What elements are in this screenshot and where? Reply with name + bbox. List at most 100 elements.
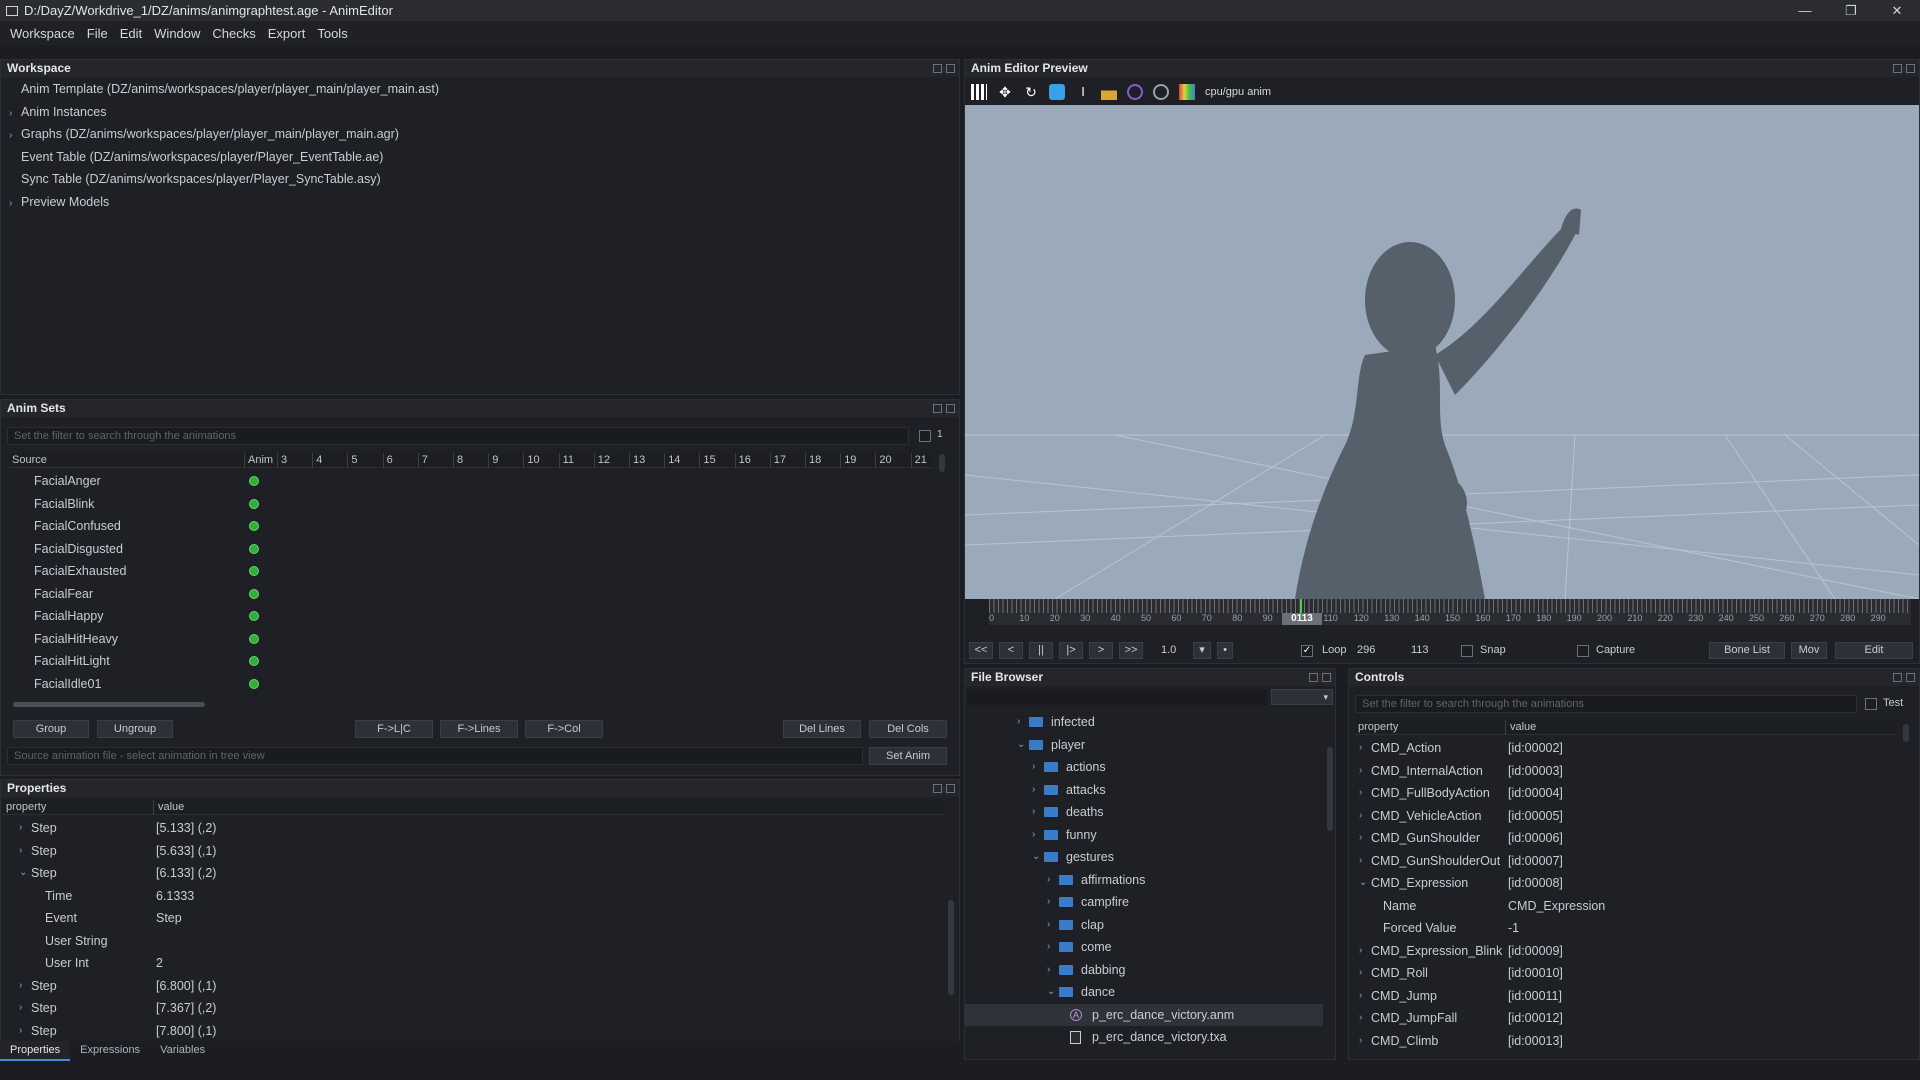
animset-row[interactable]: FacialAnger (9, 470, 933, 493)
chevron-icon[interactable]: › (1359, 760, 1371, 783)
control-row[interactable]: › CMD_GunShoulderOut [id:00007] (1355, 850, 1897, 873)
control-row[interactable]: › CMD_JumpFall [id:00012] (1355, 1007, 1897, 1030)
chevron-icon[interactable]: › (1359, 850, 1371, 873)
del-cols-button[interactable]: Del Cols (869, 720, 947, 738)
animset-row[interactable]: FacialHappy (9, 605, 933, 628)
file-item[interactable]: › campfire (965, 891, 1323, 914)
file-item[interactable]: p_erc_dance_victory.txa (965, 1026, 1323, 1049)
property-row[interactable]: User String (3, 930, 945, 953)
close-icon[interactable] (946, 404, 955, 413)
f-lines-button[interactable]: F->Lines (440, 720, 518, 738)
close-icon[interactable]: ✕ (1874, 0, 1920, 21)
capture-checkbox[interactable] (1577, 645, 1589, 657)
file-item[interactable]: › infected (965, 711, 1323, 734)
chevron-icon[interactable]: › (1359, 827, 1371, 850)
float-icon[interactable] (1893, 673, 1902, 682)
anim-assigned-icon[interactable] (249, 656, 259, 666)
animsets-hscroll[interactable] (13, 702, 205, 707)
test-checkbox[interactable] (1865, 698, 1877, 710)
chevron-icon[interactable]: › (1359, 962, 1371, 985)
chevron-icon[interactable]: › (1359, 782, 1371, 805)
restore-icon[interactable]: ❐ (1828, 0, 1874, 21)
menu-workspace[interactable]: Workspace (4, 26, 81, 41)
tab-properties[interactable]: Properties (0, 1041, 71, 1061)
control-row[interactable]: › CMD_Expression_Blink [id:00009] (1355, 940, 1897, 963)
chevron-icon[interactable]: ⌄ (1047, 981, 1059, 1004)
control-row[interactable]: › CMD_VehicleAction [id:00005] (1355, 805, 1897, 828)
source-file-input[interactable]: Source animation file - select animation… (7, 747, 863, 765)
chevron-icon[interactable]: › (1032, 756, 1044, 779)
properties-vscroll[interactable] (948, 900, 954, 995)
close-icon[interactable] (1906, 673, 1915, 682)
chevron-icon[interactable]: › (1047, 914, 1059, 937)
cube-icon[interactable] (1049, 84, 1065, 100)
anim-assigned-icon[interactable] (249, 476, 259, 486)
animset-row[interactable]: FacialConfused (9, 515, 933, 538)
menu-checks[interactable]: Checks (206, 26, 261, 41)
chevron-icon[interactable]: ⌄ (19, 862, 31, 885)
control-row[interactable]: › CMD_Roll [id:00010] (1355, 962, 1897, 985)
file-item[interactable]: › affirmations (965, 869, 1323, 892)
del-lines-button[interactable]: Del Lines (783, 720, 861, 738)
file-item[interactable]: ⌄ dance (965, 981, 1323, 1004)
file-item[interactable]: › come (965, 936, 1323, 959)
filebrowser-vscroll[interactable] (1327, 747, 1333, 831)
step-forward-button[interactable]: |> (1059, 642, 1083, 659)
camera-icon[interactable] (1127, 84, 1143, 100)
chevron-icon[interactable]: › (1359, 985, 1371, 1008)
chevron-icon[interactable]: › (1359, 1030, 1371, 1053)
control-row[interactable]: › CMD_InternalAction [id:00003] (1355, 760, 1897, 783)
workspace-item[interactable]: Sync Table (DZ/anims/workspaces/player/P… (9, 168, 959, 191)
animsets-vscroll[interactable] (939, 454, 945, 472)
bone-icon[interactable]: I (1075, 84, 1091, 100)
menu-export[interactable]: Export (262, 26, 312, 41)
workspace-item[interactable]: › Anim Instances (9, 101, 959, 124)
move-icon[interactable]: ✥ (997, 84, 1013, 100)
control-row[interactable]: › CMD_Jump [id:00011] (1355, 985, 1897, 1008)
group-button[interactable]: Group (13, 720, 89, 738)
workspace-item[interactable]: Event Table (DZ/anims/workspaces/player/… (9, 146, 959, 169)
chevron-icon[interactable]: ⌄ (1359, 872, 1371, 895)
chevron-icon[interactable]: › (19, 840, 31, 863)
anim-assigned-icon[interactable] (249, 543, 259, 554)
control-row[interactable]: Name CMD_Expression (1355, 895, 1897, 918)
chevron-icon[interactable]: › (1047, 959, 1059, 982)
skin-icon[interactable] (1153, 84, 1169, 100)
controls-vscroll[interactable] (1903, 724, 1909, 742)
menu-tools[interactable]: Tools (311, 26, 353, 41)
chevron-icon[interactable]: › (1359, 1007, 1371, 1030)
property-row[interactable]: › Step [5.133] (,2) (3, 817, 945, 840)
property-row[interactable]: User Int 2 (3, 952, 945, 975)
bone-list-button[interactable]: Bone List (1709, 642, 1785, 659)
workspace-item[interactable]: › Graphs (DZ/anims/workspaces/player/play… (9, 123, 959, 146)
chevron-icon[interactable]: ⌄ (1032, 846, 1044, 869)
anim-assigned-icon[interactable] (249, 498, 259, 509)
close-icon[interactable] (1906, 64, 1915, 73)
control-row[interactable]: › CMD_Action [id:00002] (1355, 737, 1897, 760)
close-icon[interactable] (946, 64, 955, 73)
animset-row[interactable]: FacialHitHeavy (9, 628, 933, 651)
anim-assigned-icon[interactable] (249, 521, 259, 531)
menu-edit[interactable]: Edit (114, 26, 148, 41)
float-icon[interactable] (1893, 64, 1902, 73)
control-row[interactable]: Forced Value -1 (1355, 917, 1897, 940)
animsets-filter-input[interactable]: Set the filter to search through the ani… (7, 427, 909, 445)
animset-row[interactable]: FacialFear (9, 583, 933, 606)
loop-checkbox[interactable]: ✓ (1301, 645, 1313, 657)
edit-button[interactable]: Edit (1835, 642, 1913, 659)
workspace-item[interactable]: › Preview Models (9, 191, 959, 214)
filebrowser-path-input[interactable] (967, 689, 1267, 705)
chevron-right-icon[interactable]: › (9, 125, 21, 148)
chevron-right-icon[interactable]: › (9, 193, 21, 216)
animset-row[interactable]: FacialBlink (9, 493, 933, 516)
mov-button[interactable]: Mov (1791, 642, 1827, 659)
f-col-button[interactable]: F->Col (525, 720, 603, 738)
last-frame-button[interactable]: >> (1119, 642, 1143, 659)
control-row[interactable]: › CMD_FullBodyAction [id:00004] (1355, 782, 1897, 805)
speed-dropdown[interactable]: ▾ (1193, 642, 1211, 659)
file-item[interactable]: › funny (965, 824, 1323, 847)
timeline[interactable]: 0102030405060708090100110120130140150160… (989, 599, 1911, 625)
float-icon[interactable] (1309, 673, 1318, 682)
set-anim-button[interactable]: Set Anim (869, 747, 947, 765)
chevron-icon[interactable]: › (1047, 936, 1059, 959)
